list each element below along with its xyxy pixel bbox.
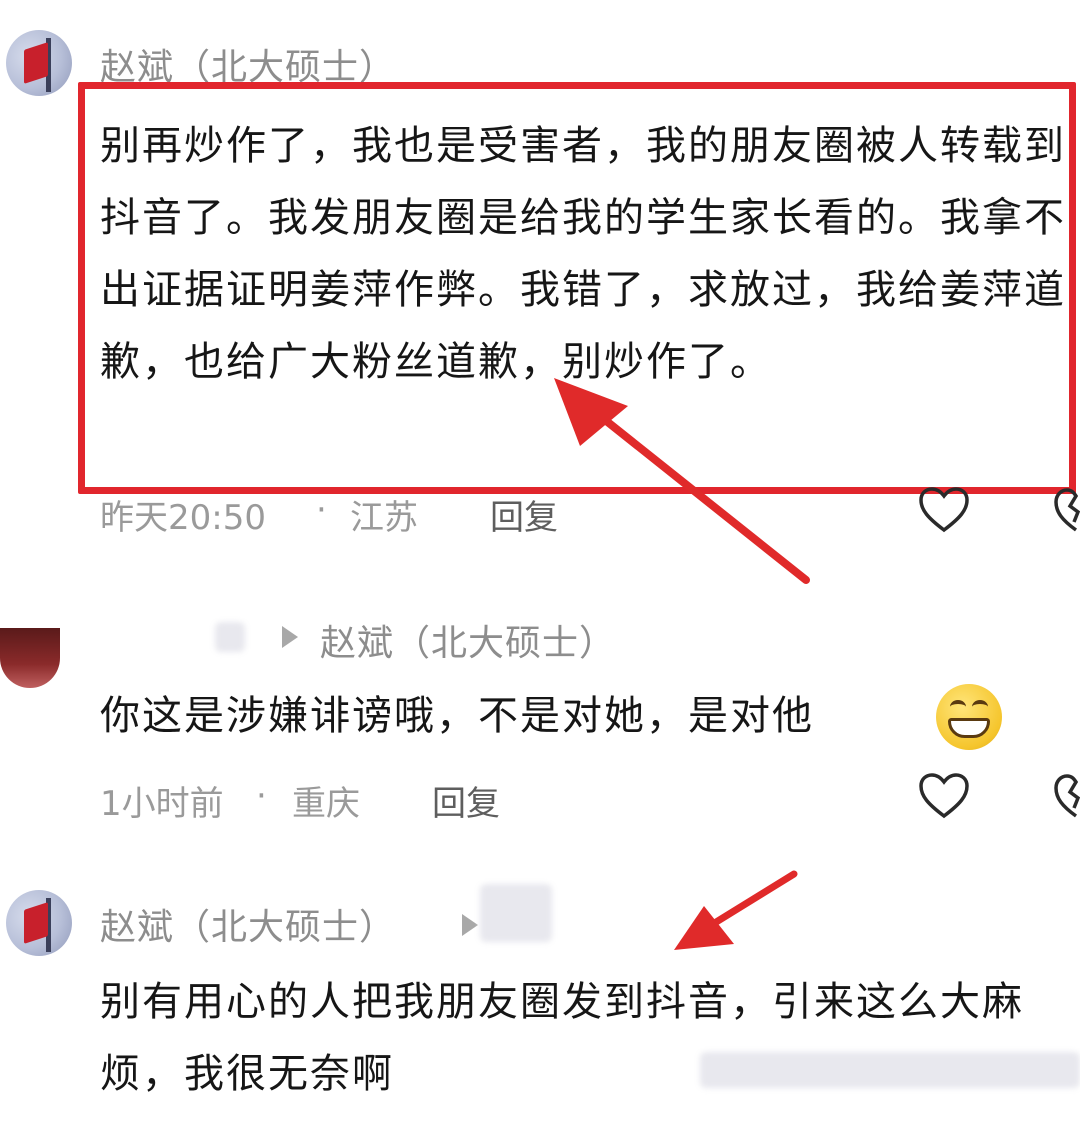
comment-text: 你这是涉嫌诽谤哦，不是对她，是对他	[100, 693, 814, 739]
heart-outline-icon[interactable]	[918, 486, 970, 534]
comment-author[interactable]: 赵斌（北大硕士）	[100, 898, 396, 950]
reply-button[interactable]: 回复	[432, 776, 500, 825]
broken-heart-icon[interactable]	[1052, 486, 1080, 534]
blurred-username	[480, 884, 552, 942]
red-arrow-1	[554, 378, 810, 584]
flag-icon	[24, 42, 48, 84]
blurred-overlay	[700, 1052, 1080, 1088]
reply-to-author[interactable]: 赵斌（北大硕士）	[320, 614, 616, 666]
comment-time: 1小时前	[100, 784, 224, 824]
triangle-right-icon	[282, 626, 298, 648]
avatar[interactable]	[0, 628, 60, 688]
meta-separator: ·	[256, 776, 267, 816]
red-arrow-2	[674, 870, 798, 950]
avatar[interactable]	[6, 30, 72, 96]
flag-icon	[24, 902, 48, 944]
grinning-face-icon	[936, 684, 1002, 750]
comment-location: 重庆	[292, 784, 360, 824]
broken-heart-icon[interactable]	[1052, 772, 1080, 820]
comment-time: 昨天20:50	[100, 498, 266, 538]
comment-text: 别有用心的人把我朋友圈发到抖音，引来这么大麻烦，我很无奈啊	[100, 979, 1024, 1097]
comment-location: 江苏	[350, 498, 418, 538]
avatar[interactable]	[6, 890, 72, 956]
heart-outline-icon[interactable]	[918, 772, 970, 820]
meta-separator: ·	[316, 490, 327, 530]
triangle-right-icon	[462, 914, 478, 936]
blurred-username	[215, 622, 245, 652]
